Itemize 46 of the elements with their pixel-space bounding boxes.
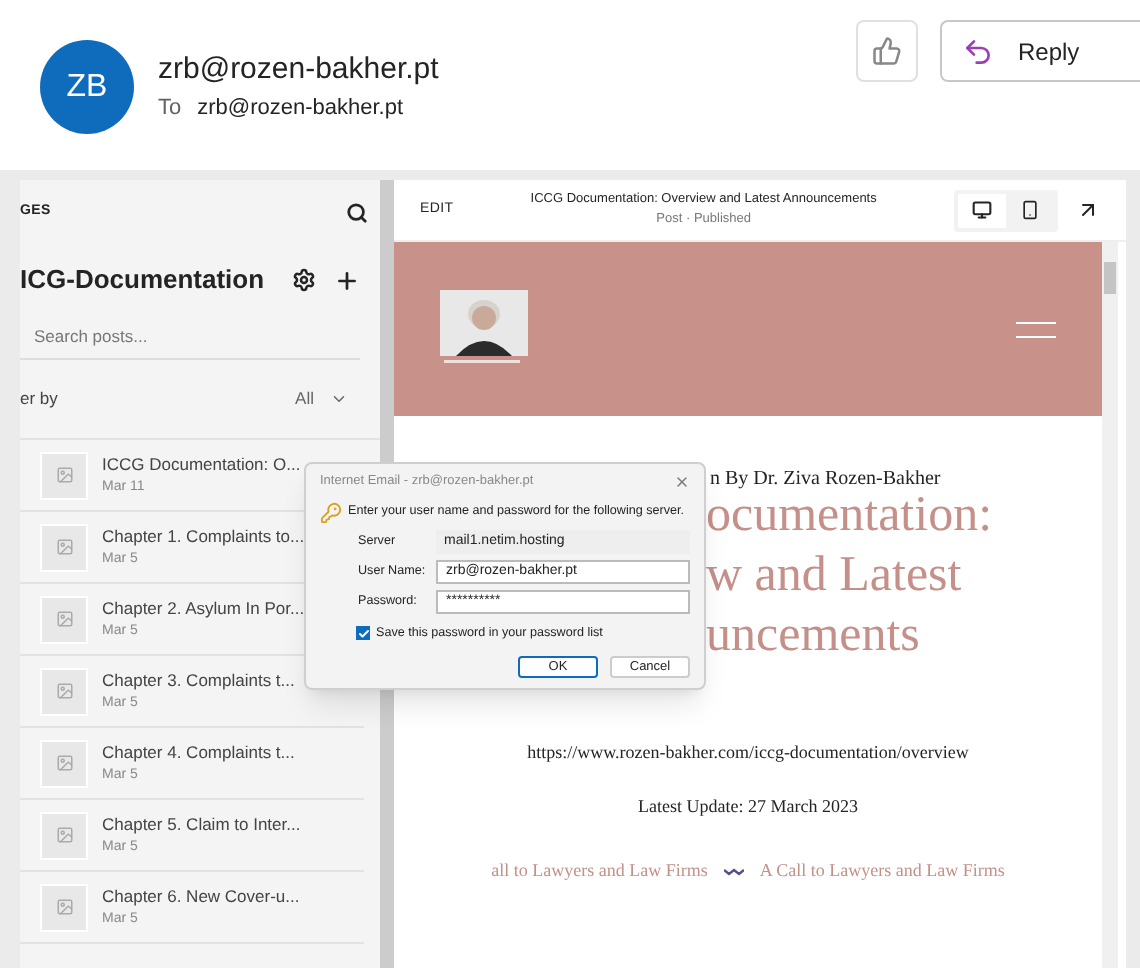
sender-address: zrb@rozen-bakher.pt xyxy=(158,52,439,88)
wave-icon xyxy=(723,867,744,876)
image-placeholder-icon xyxy=(40,883,88,931)
phone-icon xyxy=(1020,200,1040,220)
image-placeholder-icon xyxy=(40,523,88,571)
update-date: Latest Update: 27 March 2023 xyxy=(638,793,858,820)
add-icon[interactable] xyxy=(334,267,360,293)
image-placeholder-icon xyxy=(40,739,88,787)
chevron-down-icon xyxy=(330,390,348,408)
close-icon[interactable] xyxy=(674,473,690,489)
post-title: Chapter 1. Complaints to... xyxy=(102,523,305,550)
key-icon xyxy=(320,501,342,523)
byline: n By Dr. Ziva Rozen-Bakher xyxy=(710,468,941,490)
post-title: Chapter 2. Asylum In Por... xyxy=(102,595,305,622)
open-external-icon[interactable] xyxy=(1076,198,1100,222)
post-title: Chapter 5. Claim to Inter... xyxy=(102,811,301,838)
post-heading: uncements xyxy=(706,609,920,659)
search-posts-field[interactable]: Search posts... xyxy=(20,316,360,360)
filter-label: er by xyxy=(20,386,58,412)
scrollbar[interactable] xyxy=(1102,242,1118,968)
image-placeholder-icon xyxy=(40,667,88,715)
filter-dropdown[interactable]: All xyxy=(295,386,348,412)
recipient-address: zrb@rozen-bakher.pt xyxy=(197,94,404,124)
monitor-icon xyxy=(972,200,992,220)
to-label: To xyxy=(158,94,182,124)
post-title: Chapter 6. New Cover-u... xyxy=(102,883,300,910)
menu-icon[interactable] xyxy=(1016,321,1056,337)
reply-icon xyxy=(962,35,994,67)
image-placeholder-icon xyxy=(40,811,88,859)
post-url: https://www.rozen-bakher.com/iccg-documentation/overview xyxy=(527,740,969,766)
settings-icon[interactable] xyxy=(292,268,316,292)
image-placeholder-icon xyxy=(40,595,88,643)
save-password-checkbox[interactable] xyxy=(356,626,370,641)
post-heading: w and Latest xyxy=(706,549,962,599)
post-title: ICCG Documentation: O... xyxy=(102,451,301,478)
site-title: ICG-Documentation xyxy=(20,262,265,299)
like-button[interactable] xyxy=(856,20,918,82)
desktop-view-button[interactable] xyxy=(958,193,1006,227)
image-placeholder-icon xyxy=(40,451,88,499)
thumbs-up-icon xyxy=(872,36,902,66)
post-heading: ocumentation: xyxy=(706,489,993,539)
search-icon[interactable] xyxy=(346,201,368,223)
avatar: ZB xyxy=(40,40,134,134)
post-title: Chapter 3. Complaints t... xyxy=(102,667,295,694)
post-title: Chapter 4. Complaints t... xyxy=(102,739,295,766)
reply-button[interactable]: Reply xyxy=(940,20,1140,82)
